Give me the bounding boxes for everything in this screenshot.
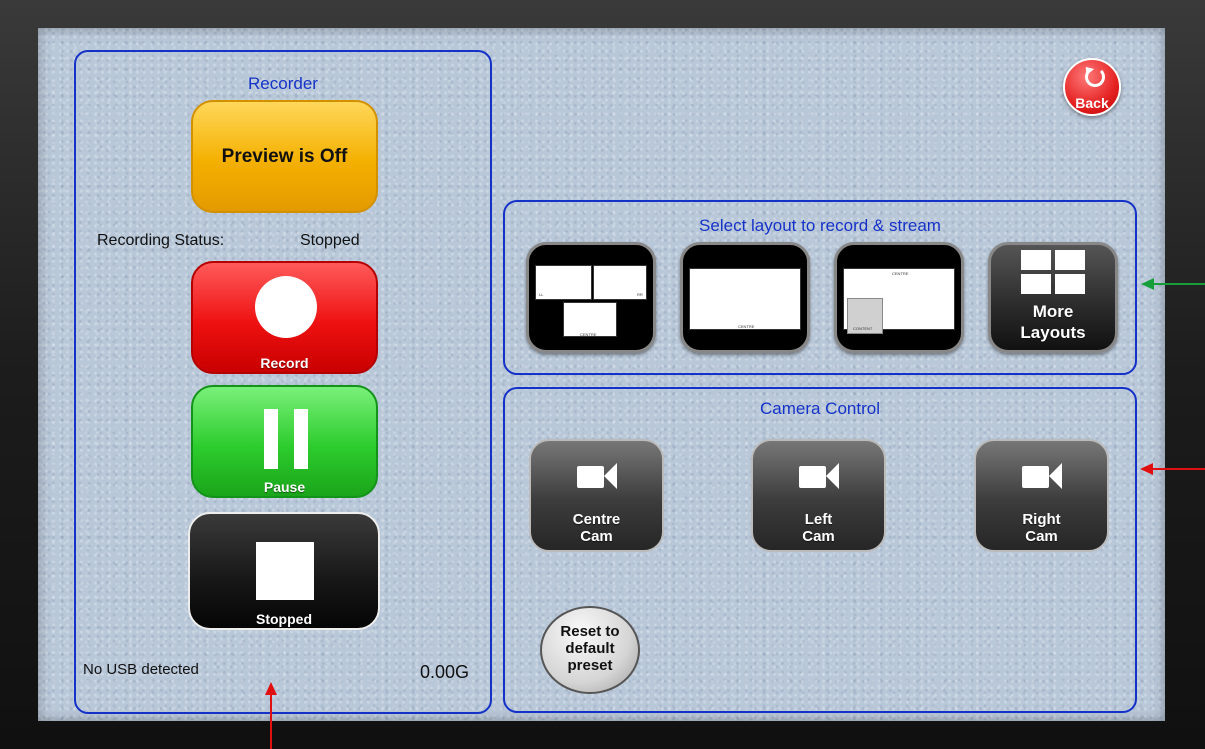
reset-preset-button[interactable]: Reset to default preset bbox=[540, 606, 640, 694]
annotation-arrow-red-right bbox=[1152, 468, 1205, 470]
left-cam-label: Left Cam bbox=[753, 511, 884, 545]
centre-cam-label: Centre Cam bbox=[531, 511, 662, 545]
annotation-arrow-green bbox=[1153, 283, 1205, 285]
pause-label: Pause bbox=[263, 479, 306, 495]
centre-cam-button[interactable]: Centre Cam bbox=[529, 439, 664, 552]
video-camera-icon bbox=[798, 463, 839, 489]
layout-title: Select layout to record & stream bbox=[699, 216, 941, 235]
record-circle-icon bbox=[255, 276, 317, 338]
record-label: Record bbox=[260, 355, 309, 371]
stop-square-icon bbox=[256, 542, 314, 600]
preview-toggle-button[interactable]: Preview is Off bbox=[191, 100, 378, 213]
usb-status: No USB detected bbox=[83, 661, 199, 678]
cam-label-line2: Cam bbox=[802, 528, 835, 545]
preview-button-label: Preview is Off bbox=[221, 146, 348, 167]
cam-label-line2: Cam bbox=[580, 528, 613, 545]
layout-option-three-way[interactable]: LL RR CENTRE bbox=[526, 242, 656, 353]
video-camera-icon bbox=[1021, 463, 1062, 489]
right-cam-label: Right Cam bbox=[976, 511, 1107, 545]
layout-option-picture-in-picture[interactable]: CENTRE CONTENT bbox=[834, 242, 964, 353]
recorder-title: Recorder bbox=[248, 74, 318, 93]
grid-icon bbox=[1021, 250, 1085, 294]
annotation-arrowhead-red-bottom bbox=[265, 682, 277, 695]
thumb-pane bbox=[689, 268, 801, 330]
more-layouts-line2: Layouts bbox=[1020, 323, 1086, 342]
more-layouts-label: More Layouts bbox=[991, 301, 1115, 343]
annotation-arrow-red-bottom bbox=[270, 694, 272, 749]
thumb-label: LL bbox=[539, 292, 544, 297]
cam-label-line1: Left bbox=[804, 511, 833, 528]
touch-panel-screen: Recorder Preview is Off Recording Status… bbox=[38, 28, 1165, 721]
recording-status-label: Recording Status: bbox=[97, 232, 225, 249]
annotation-arrowhead-green bbox=[1141, 278, 1154, 290]
reset-label-line1: Reset to bbox=[560, 623, 620, 640]
pause-button[interactable]: Pause bbox=[191, 385, 378, 498]
back-label: Back bbox=[1075, 95, 1109, 111]
layout-option-single[interactable]: CENTRE bbox=[680, 242, 810, 353]
recording-status-value: Stopped bbox=[300, 232, 360, 249]
more-layouts-line1: More bbox=[1032, 302, 1074, 321]
thumb-label: RR bbox=[637, 292, 643, 297]
stop-label: Stopped bbox=[256, 611, 312, 627]
right-cam-button[interactable]: Right Cam bbox=[974, 439, 1109, 552]
video-camera-icon bbox=[576, 463, 617, 489]
camera-title: Camera Control bbox=[760, 399, 880, 418]
thumb-label: CENTRE bbox=[738, 324, 755, 329]
pause-icon bbox=[264, 409, 308, 469]
reset-label-line2: default bbox=[565, 640, 615, 657]
thumb-label: CONTENT bbox=[853, 326, 873, 331]
back-button[interactable]: Back bbox=[1063, 58, 1121, 116]
record-button[interactable]: Record bbox=[191, 261, 378, 374]
reset-label-line3: preset bbox=[567, 657, 613, 674]
storage-used: 0.00G bbox=[420, 662, 470, 682]
more-layouts-button[interactable]: More Layouts bbox=[988, 242, 1118, 353]
cam-label-line2: Cam bbox=[1025, 528, 1058, 545]
thumb-label: CENTRE bbox=[580, 332, 597, 337]
annotation-arrowhead-red-right bbox=[1140, 463, 1153, 475]
cam-label-line1: Right bbox=[1022, 511, 1061, 528]
left-cam-button[interactable]: Left Cam bbox=[751, 439, 886, 552]
cam-label-line1: Centre bbox=[572, 511, 621, 528]
thumb-label: CENTRE bbox=[892, 271, 909, 276]
thumb-pane bbox=[535, 265, 592, 300]
stop-button[interactable]: Stopped bbox=[188, 512, 380, 630]
